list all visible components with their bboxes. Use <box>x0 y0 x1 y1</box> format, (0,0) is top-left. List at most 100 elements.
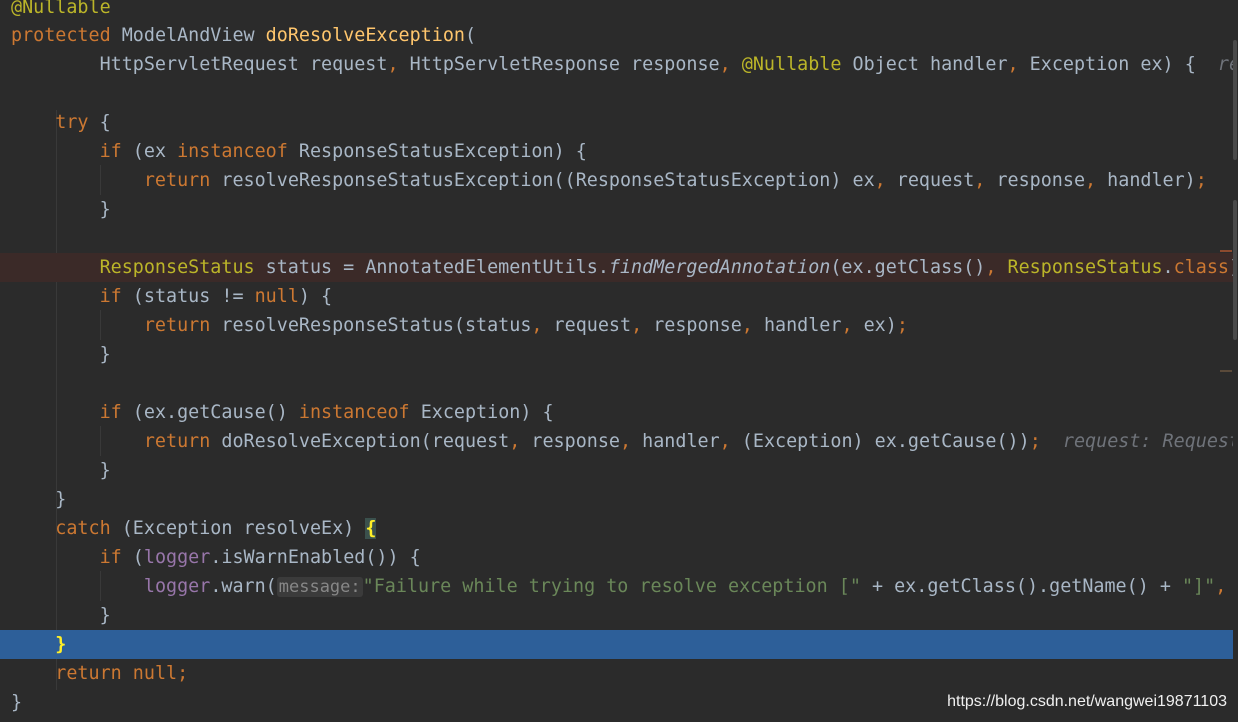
comma-token: , <box>841 315 853 336</box>
dot-token: . <box>1162 257 1174 278</box>
code-line-22[interactable]: } <box>0 601 1233 630</box>
semicolon-token: ; <box>1029 431 1041 452</box>
comma-token: , <box>387 54 399 75</box>
expr-token: resolveResponseStatus(status <box>210 315 532 336</box>
code-line-2[interactable]: protected ModelAndView doResolveExceptio… <box>0 21 1233 50</box>
comma-token: , <box>1007 54 1019 75</box>
code-line-12[interactable]: return resolveResponseStatus(status, req… <box>0 311 1233 340</box>
keyword-token: catch <box>11 518 111 539</box>
keyword-token: if <box>11 402 122 423</box>
code-line-1[interactable]: @Nullable <box>0 0 1233 22</box>
code-line-17[interactable]: } <box>0 456 1233 485</box>
expr-token: response <box>642 315 742 336</box>
expr-token: Exception) { <box>409 402 554 423</box>
code-line-6[interactable]: if (ex instanceof ResponseStatusExceptio… <box>0 137 1233 166</box>
annotation-type-token: ResponseStatus <box>11 257 255 278</box>
expr-token: ResponseStatusException) { <box>287 141 587 162</box>
scrollbar-thumb[interactable] <box>1233 40 1237 160</box>
keyword-token: return <box>11 663 122 684</box>
comma-token: , <box>509 431 521 452</box>
expr-token: .isWarnEnabled()) { <box>210 547 421 568</box>
code-line-19[interactable]: catch (Exception resolveEx) { <box>0 514 1233 543</box>
expr-token: request <box>885 170 975 191</box>
keyword-token: null <box>254 286 299 307</box>
comma-token: , <box>620 431 632 452</box>
code-line-18[interactable]: } <box>0 485 1233 514</box>
inlay-hint: request: Request <box>1040 431 1233 452</box>
keyword-token: try <box>11 112 89 133</box>
matched-brace: { <box>365 518 377 539</box>
annotation-token: @Nullable <box>11 0 111 18</box>
expr-token: handler <box>631 431 720 452</box>
keyword-token: if <box>11 547 122 568</box>
code-line-16[interactable]: return doResolveException(request, respo… <box>0 427 1233 456</box>
code-line-3[interactable]: HttpServletRequest request, HttpServletR… <box>0 50 1233 79</box>
comma-token: , <box>1215 576 1227 597</box>
keyword-token: if <box>11 286 122 307</box>
code-line-24[interactable]: return null; <box>0 659 1233 688</box>
expr-token: (ex.getClass() <box>830 257 986 278</box>
comma-token: , <box>631 315 643 336</box>
parameter-hint: message: <box>276 577 363 597</box>
code-line-10[interactable]: ResponseStatus status = AnnotatedElement… <box>0 253 1233 282</box>
comma-token: , <box>874 170 886 191</box>
expr-token: ( <box>121 547 144 568</box>
keyword-token: if <box>11 141 122 162</box>
error-stripe-marker[interactable] <box>1220 250 1232 252</box>
brace-token: } <box>11 199 111 220</box>
code-line-21[interactable]: logger.warn(message: "Failure while tryin… <box>0 572 1233 601</box>
keyword-token: instanceof <box>177 141 288 162</box>
string-token: "Failure while trying to resolve excepti… <box>362 576 861 597</box>
scrollbar-thumb[interactable] <box>1233 200 1237 340</box>
static-method-token: findMergedAnnotation <box>608 257 831 278</box>
code-editor[interactable]: @Nullable protected ModelAndView doResol… <box>0 0 1238 722</box>
expr-token: handler <box>752 315 842 336</box>
expr-token: response <box>985 170 1086 191</box>
param-token: Object handler <box>841 54 1008 75</box>
code-line-11[interactable]: if (status != null) { <box>0 282 1233 311</box>
annotation-type-token: ResponseStatus <box>996 257 1163 278</box>
expr-token: request <box>542 315 632 336</box>
expr-token: ) { <box>298 286 333 307</box>
annotation-token: @Nullable <box>730 54 842 75</box>
expr-token: ex) <box>852 315 897 336</box>
expr-token: .warn( <box>210 576 277 597</box>
code-line-23-selected[interactable]: } <box>0 630 1233 659</box>
keyword-token: instanceof <box>298 402 410 423</box>
comma-token: , <box>719 431 731 452</box>
expr-token: (ex <box>121 141 178 162</box>
brace-token: } <box>11 489 67 510</box>
keyword-token: protected <box>11 25 111 46</box>
error-stripe-marker[interactable] <box>1220 370 1232 372</box>
semicolon-token: ; <box>177 663 189 684</box>
expr-token: status = AnnotatedElementUtils. <box>254 257 609 278</box>
expr-token: response <box>520 431 620 452</box>
semicolon-token: ; <box>896 315 908 336</box>
keyword-token: return <box>11 431 211 452</box>
code-line-20[interactable]: if (logger.isWarnEnabled()) { <box>0 543 1233 572</box>
brace-token: { <box>88 112 111 133</box>
expr-token: (Exception) ex.getCause()) <box>730 431 1030 452</box>
param-token: HttpServletRequest request <box>11 54 388 75</box>
param-token: HttpServletResponse response <box>398 54 720 75</box>
comma-token: , <box>1085 170 1097 191</box>
comma-token: , <box>974 170 986 191</box>
code-line-8[interactable]: } <box>0 195 1233 224</box>
field-token: logger <box>143 547 211 568</box>
code-line-5[interactable]: try { <box>0 108 1233 137</box>
expr-token: + ex.getClass().getName() + <box>860 576 1182 597</box>
keyword-token: null <box>121 663 178 684</box>
keyword-token: return <box>11 170 211 191</box>
vertical-scrollbar[interactable] <box>1233 0 1238 722</box>
brace-token: } <box>11 460 111 481</box>
code-line-7[interactable]: return resolveResponseStatusException((R… <box>0 166 1233 195</box>
comma-token: , <box>719 54 731 75</box>
code-line-13[interactable]: } <box>0 340 1233 369</box>
brace-token: } <box>11 344 111 365</box>
matched-brace: } <box>55 634 67 655</box>
inlay-hint: re <box>1217 54 1233 75</box>
type-token: ModelAndView <box>110 25 266 46</box>
code-line-15[interactable]: if (ex.getCause() instanceof Exception) … <box>0 398 1233 427</box>
